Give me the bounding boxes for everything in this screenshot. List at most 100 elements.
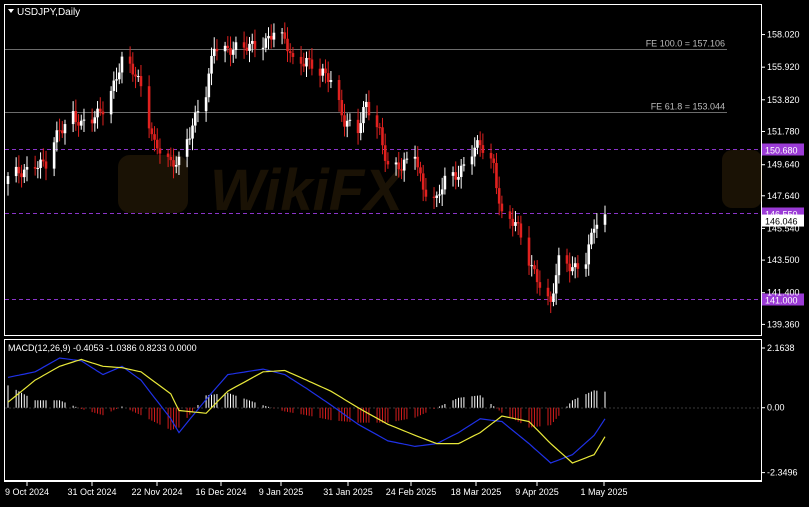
candle-body xyxy=(462,164,466,166)
symbol-title[interactable]: USDJPY,Daily xyxy=(8,7,80,18)
candle-body xyxy=(169,156,173,161)
candle-body xyxy=(131,63,135,75)
chart-window: WikiFX USDJPY,Daily FE 100.0 = 157.106 FE… xyxy=(0,0,809,502)
candle-body xyxy=(329,80,333,82)
candle-body xyxy=(514,222,517,226)
candle-body xyxy=(530,265,534,267)
time-tick-label: 22 Nov 2024 xyxy=(131,487,182,497)
candle-body xyxy=(41,159,45,162)
candle-body xyxy=(90,119,94,124)
candle-body xyxy=(166,153,170,157)
price-tick-label: 143.500 xyxy=(767,255,800,265)
candle-body xyxy=(546,287,550,297)
candle-body xyxy=(109,90,113,115)
fe-level-label: FE 61.8 = 153.044 xyxy=(651,102,725,112)
candle-body xyxy=(310,59,314,69)
candle-body xyxy=(435,195,439,198)
triangle-down-icon[interactable] xyxy=(8,9,14,13)
candle-body xyxy=(39,159,42,168)
candle-body xyxy=(248,43,251,51)
candle-body xyxy=(79,120,83,126)
candle-body xyxy=(549,296,553,302)
candle-body xyxy=(587,244,591,265)
candle-body xyxy=(98,108,102,112)
macd-axis: 2.1638 0.00 -2.3496 xyxy=(761,343,798,478)
time-tick-label: 24 Feb 2025 xyxy=(386,487,437,497)
candle-body xyxy=(93,117,97,124)
price-axis: 158.020 155.920 153.820 151.780 149.640 147.6… xyxy=(761,30,804,329)
candle-body xyxy=(438,194,441,196)
candle-body xyxy=(63,124,67,134)
candle-body xyxy=(440,189,444,195)
candle-body xyxy=(231,49,235,55)
candle-body xyxy=(554,275,558,294)
candle-body xyxy=(416,156,420,168)
candle-body xyxy=(511,218,515,226)
candle-body xyxy=(307,57,311,60)
candle-body xyxy=(343,115,346,127)
candle-body xyxy=(22,169,26,178)
candle-body xyxy=(253,40,257,49)
candle-body xyxy=(60,130,64,134)
candle-body xyxy=(17,166,21,174)
macd-title: MACD(12,26,9) -0.4053 -1.0386 0.8233 0.0… xyxy=(8,343,197,353)
candle-body xyxy=(96,108,99,118)
candle-body xyxy=(337,80,341,101)
candle-body xyxy=(381,127,384,146)
price-tick-label: 141.400 xyxy=(767,288,800,298)
candle-body xyxy=(139,76,143,87)
macd-histogram xyxy=(7,385,606,431)
candle-body xyxy=(120,56,124,73)
price-level-tag-text: 150.680 xyxy=(765,146,798,156)
candle-body xyxy=(185,139,189,157)
candle-body xyxy=(405,158,409,160)
time-tick-label: 1 May 2025 xyxy=(580,487,627,497)
candle-body xyxy=(424,189,428,197)
watermark-logo: WikiFX xyxy=(118,150,762,223)
candle-body xyxy=(495,162,498,189)
candle-body xyxy=(595,224,599,229)
candle-body xyxy=(305,57,308,67)
price-tick-label: 153.820 xyxy=(767,95,800,105)
candle-body xyxy=(592,228,596,233)
candle-body xyxy=(489,152,493,159)
candle-body xyxy=(223,45,227,52)
candle-body xyxy=(318,68,322,76)
candle-body xyxy=(302,63,306,67)
candle-body xyxy=(568,263,572,272)
candle-body xyxy=(280,32,284,34)
candle-body xyxy=(77,122,80,126)
candle-body xyxy=(20,173,23,178)
candle-body xyxy=(58,130,61,132)
macd-tick-label: -2.3496 xyxy=(767,468,798,478)
candle-body xyxy=(533,265,536,270)
time-tick-label: 9 Apr 2025 xyxy=(515,487,559,497)
candle-body xyxy=(362,107,365,124)
candle-body xyxy=(584,264,588,269)
candle-body xyxy=(193,112,197,126)
candle-body xyxy=(82,119,86,121)
candle-body xyxy=(33,166,37,169)
time-tick-label: 9 Oct 2024 xyxy=(5,487,49,497)
candle-body xyxy=(269,35,273,40)
candle-body xyxy=(6,176,10,184)
candle-body xyxy=(473,147,477,157)
price-tick-label: 147.640 xyxy=(767,191,800,201)
candle-body xyxy=(383,145,387,161)
candle-body xyxy=(153,134,156,140)
price-tick-label: 149.640 xyxy=(767,160,800,170)
candle-body xyxy=(44,161,48,169)
candle-body xyxy=(210,55,213,74)
candle-body xyxy=(326,73,330,82)
candle-body xyxy=(234,42,238,50)
candle-body xyxy=(242,42,246,48)
candle-body xyxy=(36,167,40,169)
candle-body xyxy=(340,100,344,116)
candle-body xyxy=(500,203,504,212)
candle-body xyxy=(519,223,523,238)
candle-body xyxy=(324,68,327,74)
candle-body xyxy=(174,165,178,167)
candle-body xyxy=(128,56,132,64)
candle-body xyxy=(508,211,512,219)
candle-body xyxy=(321,68,325,76)
